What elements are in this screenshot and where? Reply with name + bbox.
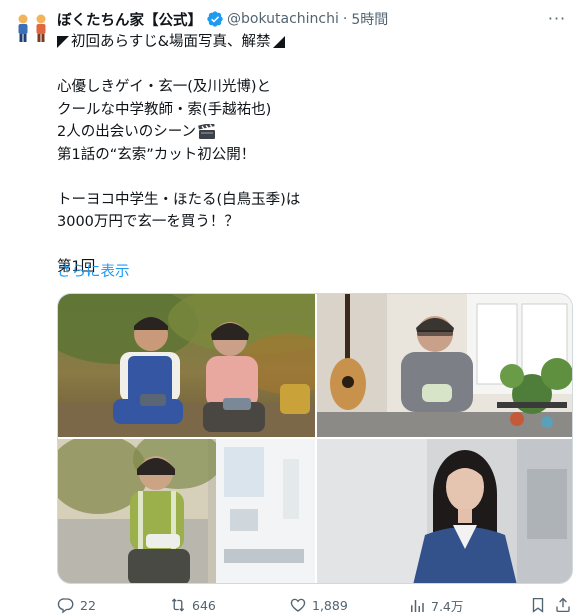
more-button[interactable]: ··· — [545, 8, 569, 28]
tweet-line-7: 3000万円で玄一を買う！？ — [57, 214, 239, 230]
media-grid — [57, 293, 573, 584]
tweet-header: ぼくたちん家【公式】 @bokutachinchi · 5時間 — [57, 9, 388, 29]
show-more-link[interactable]: さらに表示 — [57, 260, 130, 281]
tweet-line-4: 2人の出会いのシーン — [57, 124, 196, 140]
display-name[interactable]: ぼくたちん家【公式】 — [57, 9, 202, 30]
views-button[interactable]: 7.4万 — [408, 596, 463, 615]
clapper-board-icon — [198, 122, 216, 140]
avatar[interactable] — [12, 8, 52, 48]
retweet-count: 646 — [192, 597, 216, 613]
retweet-button[interactable]: 646 — [169, 596, 216, 614]
tweet-line-3: クールな中学教師・索(手越祐也) — [57, 101, 272, 118]
tweet-line-2: 心優しきゲイ・玄一(及川光博)と — [57, 79, 272, 95]
views-icon — [411, 599, 424, 612]
timestamp[interactable]: 5時間 — [351, 9, 388, 29]
bookmark-button[interactable] — [529, 596, 547, 614]
tweet-line-5: 第1話の“玄索”カット初公開！ — [57, 146, 256, 163]
reply-icon — [57, 598, 74, 614]
tweet-actions: 22 646 1,889 7.4万 — [57, 596, 573, 616]
share-icon — [556, 597, 570, 613]
triangle-right-icon — [272, 36, 285, 49]
photo-2[interactable] — [317, 294, 572, 437]
photo-3[interactable] — [58, 439, 315, 583]
views-count: 7.4万 — [431, 599, 464, 614]
triangle-left-icon — [57, 36, 69, 49]
handle[interactable]: @bokutachinchi — [227, 11, 339, 27]
tweet-line-1: 初回あらすじ&場面写真、解禁 — [71, 34, 271, 50]
heart-icon — [290, 598, 306, 612]
tweet-line-6: トーヨコ中学生・ほたる(白鳥玉季)は — [57, 191, 301, 208]
like-count: 1,889 — [312, 597, 348, 613]
reply-button[interactable]: 22 — [57, 596, 96, 614]
photo-4[interactable] — [317, 439, 572, 583]
photo-1[interactable] — [58, 294, 315, 437]
retweet-icon — [171, 598, 185, 612]
avatar-image — [12, 8, 52, 48]
text-line-1: 初回あらすじ&場面写真、解禁 — [57, 31, 562, 54]
reply-count: 22 — [80, 597, 96, 613]
tweet-text: 初回あらすじ&場面写真、解禁 心優しきゲイ・玄一(及川光博)と クールな中学教師… — [57, 31, 562, 279]
like-button[interactable]: 1,889 — [289, 596, 348, 614]
verified-badge-icon — [206, 10, 224, 28]
share-button[interactable] — [554, 596, 572, 614]
bookmark-icon — [532, 597, 544, 613]
tweet: ぼくたちん家【公式】 @bokutachinchi · 5時間 ··· 初回あら… — [0, 0, 583, 616]
separator-dot: · — [342, 11, 348, 27]
